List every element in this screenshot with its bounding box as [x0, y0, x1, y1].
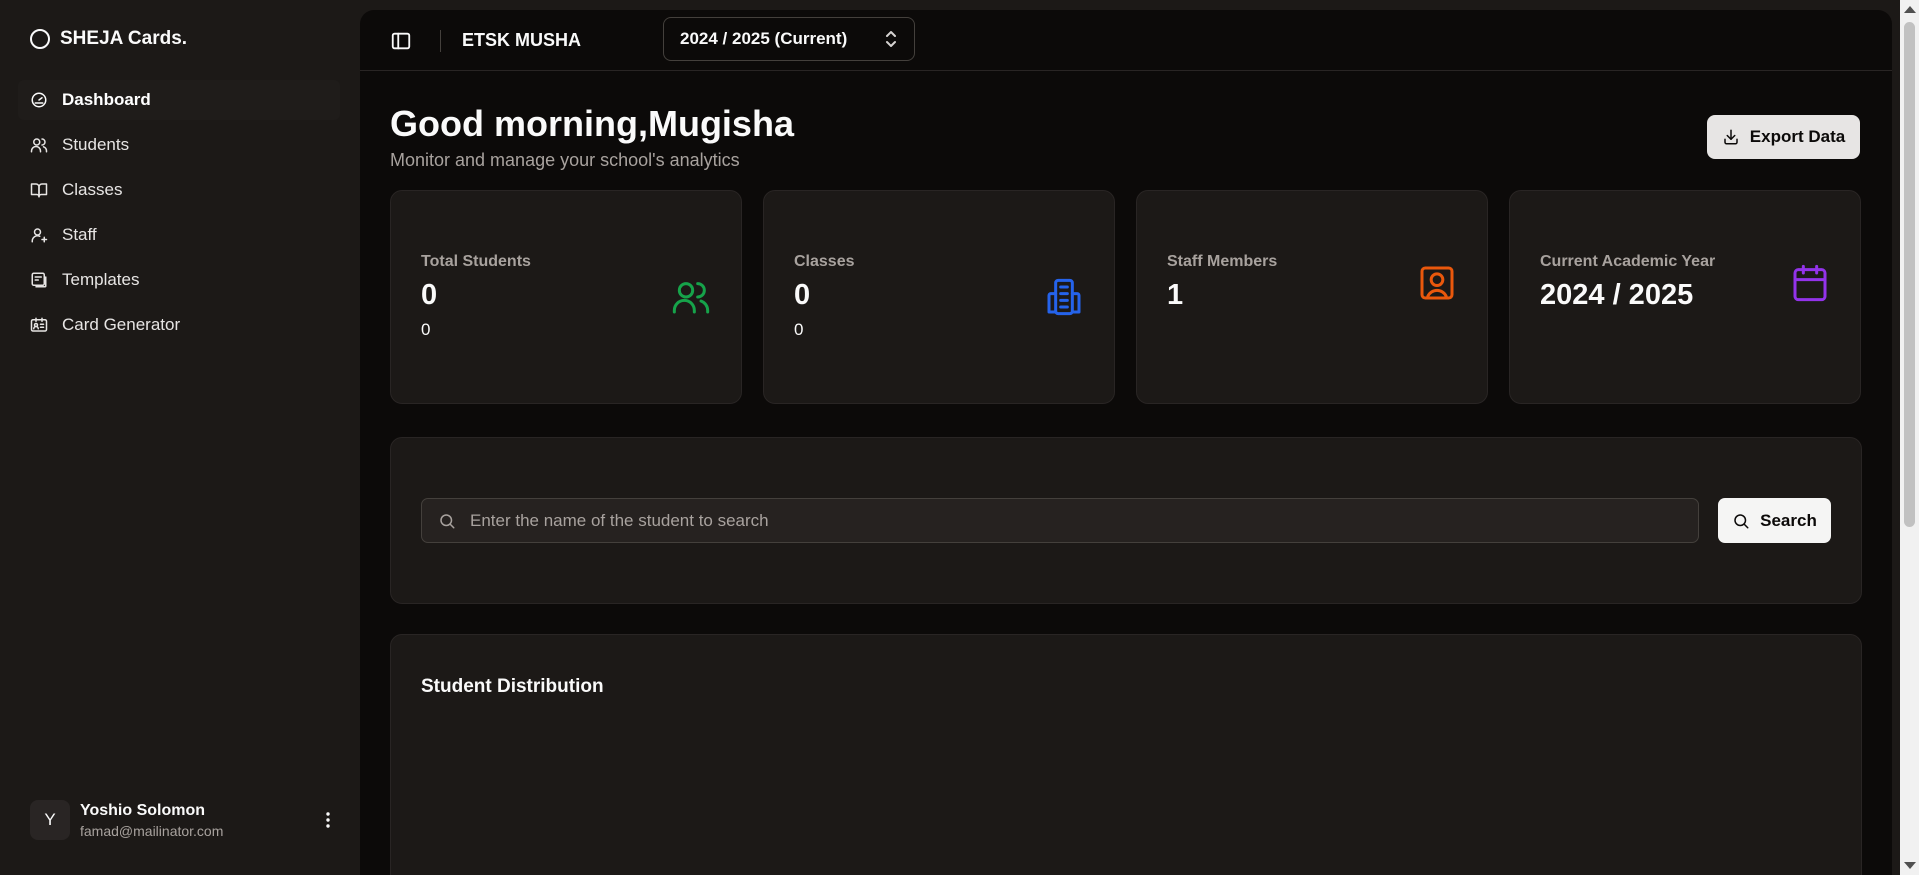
brand-name: SHEJA Cards.: [60, 28, 188, 49]
stat-label: Current Academic Year: [1540, 253, 1716, 270]
sidebar-toggle-icon[interactable]: [390, 30, 412, 52]
search-button[interactable]: Search: [1718, 498, 1831, 543]
stat-label: Total Students: [421, 253, 531, 270]
stat-value: 0: [421, 279, 438, 311]
sidebar-item-label: Templates: [62, 270, 140, 289]
user-info: Yoshio Solomon famad@mailinator.com: [80, 802, 316, 839]
download-icon: [1724, 129, 1738, 145]
student-search-card: Search: [390, 437, 1862, 604]
user-name: Yoshio Solomon: [80, 801, 206, 819]
sidebar-item-staff[interactable]: Staff: [18, 215, 340, 255]
divider: [440, 30, 441, 52]
stat-label: Staff Members: [1167, 253, 1278, 270]
school-name: ETSK MUSHA: [462, 30, 582, 50]
export-data-label: Export Data: [1749, 127, 1846, 146]
stat-subvalue: 0: [794, 320, 804, 339]
brand-logo-icon: [30, 29, 50, 49]
user-email: famad@mailinator.com: [80, 822, 224, 839]
sidebar-item-label: Staff: [62, 225, 97, 244]
user-plus-icon: [31, 228, 48, 243]
sidebar: SHEJA Cards. Dashboard Students Classes …: [0, 0, 360, 875]
sidebar-item-label: Dashboard: [62, 90, 151, 109]
sidebar-item-label: Students: [62, 135, 130, 154]
academic-year-value: 2024 / 2025 (Current): [680, 29, 848, 48]
stat-label: Classes: [794, 253, 855, 270]
search-button-label: Search: [1760, 510, 1817, 530]
book-open-icon: [30, 183, 48, 198]
sidebar-item-card-generator[interactable]: Card Generator: [18, 305, 340, 345]
sidebar-item-label: Card Generator: [62, 315, 181, 334]
search-icon: [440, 513, 455, 528]
building-icon: [1044, 277, 1084, 317]
stat-card-academic-year: Current Academic Year 2024 / 2025: [1509, 190, 1861, 404]
main-content: ETSK MUSHA 2024 / 2025 (Current) Good mo…: [360, 10, 1892, 875]
section-title: Student Distribution: [421, 676, 604, 697]
scrollbar-thumb[interactable]: [1904, 22, 1915, 527]
calendar-icon: [1790, 263, 1830, 303]
templates-icon: [31, 272, 47, 288]
page-title: Good morning,Mugisha: [390, 103, 794, 144]
stat-value: 1: [1167, 279, 1184, 311]
export-data-button[interactable]: Export Data: [1707, 115, 1860, 159]
scroll-up-icon[interactable]: [1904, 6, 1916, 13]
users-icon: [671, 277, 711, 317]
more-vertical-icon[interactable]: [316, 808, 340, 832]
chevrons-up-down-icon: [886, 31, 896, 47]
contact-icon: [1417, 263, 1457, 303]
sidebar-item-classes[interactable]: Classes: [18, 170, 340, 210]
scroll-down-icon[interactable]: [1904, 862, 1916, 869]
gauge-icon: [31, 92, 47, 108]
academic-year-select[interactable]: 2024 / 2025 (Current): [663, 17, 915, 61]
id-card-icon: [30, 317, 48, 332]
stat-value: 0: [794, 279, 811, 311]
stat-card-classes: Classes 0 0: [763, 190, 1115, 404]
search-icon: [1734, 513, 1749, 528]
sidebar-item-templates[interactable]: Templates: [18, 260, 340, 300]
page-subtitle: Monitor and manage your school's analyti…: [390, 150, 740, 170]
stat-card-staff-members: Staff Members 1: [1136, 190, 1488, 404]
users-icon: [30, 138, 48, 153]
sidebar-item-dashboard[interactable]: Dashboard: [18, 80, 340, 120]
user-menu[interactable]: Y Yoshio Solomon famad@mailinator.com: [30, 798, 340, 842]
student-distribution-card: Student Distribution: [390, 634, 1862, 875]
search-field: [421, 498, 1699, 543]
page-scrollbar[interactable]: [1900, 0, 1919, 875]
brand[interactable]: SHEJA Cards.: [30, 28, 187, 50]
topbar: ETSK MUSHA 2024 / 2025 (Current): [360, 10, 1892, 71]
stat-subvalue: 0: [421, 320, 431, 339]
sidebar-nav: Dashboard Students Classes Staff Templat…: [18, 80, 340, 350]
stat-card-total-students: Total Students 0 0: [390, 190, 742, 404]
search-input[interactable]: [456, 498, 1698, 543]
avatar: Y: [30, 800, 70, 840]
sidebar-item-students[interactable]: Students: [18, 125, 340, 165]
stat-value: 2024 / 2025: [1540, 279, 1694, 311]
sidebar-item-label: Classes: [62, 180, 123, 199]
